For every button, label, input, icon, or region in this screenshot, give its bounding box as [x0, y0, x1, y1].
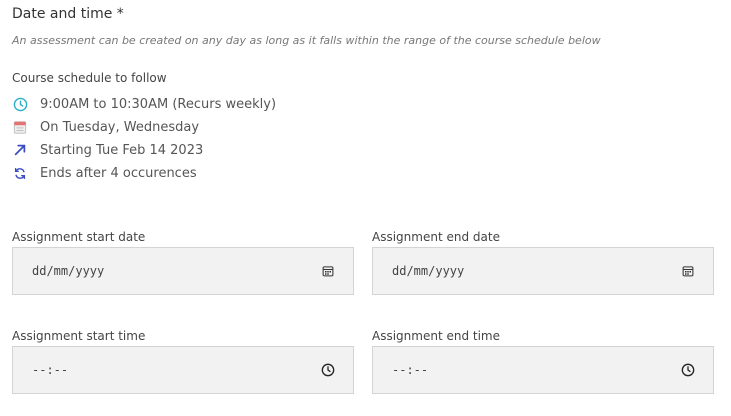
- repeat-icon: [12, 165, 28, 181]
- schedule-item-text: On Tuesday, Wednesday: [40, 119, 200, 135]
- calendar-icon[interactable]: [681, 264, 695, 278]
- calendar-icon[interactable]: [321, 264, 335, 278]
- end-time-value: --:--: [392, 363, 429, 377]
- section-title: Date and time *: [12, 6, 124, 22]
- end-date-input[interactable]: dd/mm/yyyy: [372, 247, 714, 295]
- start-time-input[interactable]: --:--: [12, 346, 354, 394]
- start-date-value: dd/mm/yyyy: [32, 264, 105, 278]
- schedule-item-days: On Tuesday, Wednesday: [12, 118, 199, 136]
- end-time-input[interactable]: --:--: [372, 346, 714, 394]
- schedule-item-start: Starting Tue Feb 14 2023: [12, 141, 203, 159]
- end-date-value: dd/mm/yyyy: [392, 264, 465, 278]
- start-time-label: Assignment start time: [12, 329, 146, 343]
- schedule-label: Course schedule to follow: [12, 71, 167, 85]
- start-date-input[interactable]: dd/mm/yyyy: [12, 247, 354, 295]
- schedule-item-time: 9:00AM to 10:30AM (Recurs weekly): [12, 95, 276, 113]
- end-date-label: Assignment end date: [372, 230, 500, 244]
- calendar-icon: [12, 119, 28, 135]
- schedule-item-end: Ends after 4 occurences: [12, 164, 197, 182]
- start-time-value: --:--: [32, 363, 69, 377]
- clock-icon[interactable]: [321, 363, 335, 377]
- clock-icon[interactable]: [681, 363, 695, 377]
- schedule-item-text: 9:00AM to 10:30AM (Recurs weekly): [40, 96, 277, 112]
- arrow-up-right-icon: [12, 142, 28, 158]
- clock-icon: [12, 96, 28, 112]
- schedule-item-text: Ends after 4 occurences: [40, 165, 197, 181]
- schedule-item-text: Starting Tue Feb 14 2023: [40, 142, 204, 158]
- section-subtitle: An assessment can be created on any day …: [12, 34, 601, 47]
- end-time-label: Assignment end time: [372, 329, 500, 343]
- start-date-label: Assignment start date: [12, 230, 146, 244]
